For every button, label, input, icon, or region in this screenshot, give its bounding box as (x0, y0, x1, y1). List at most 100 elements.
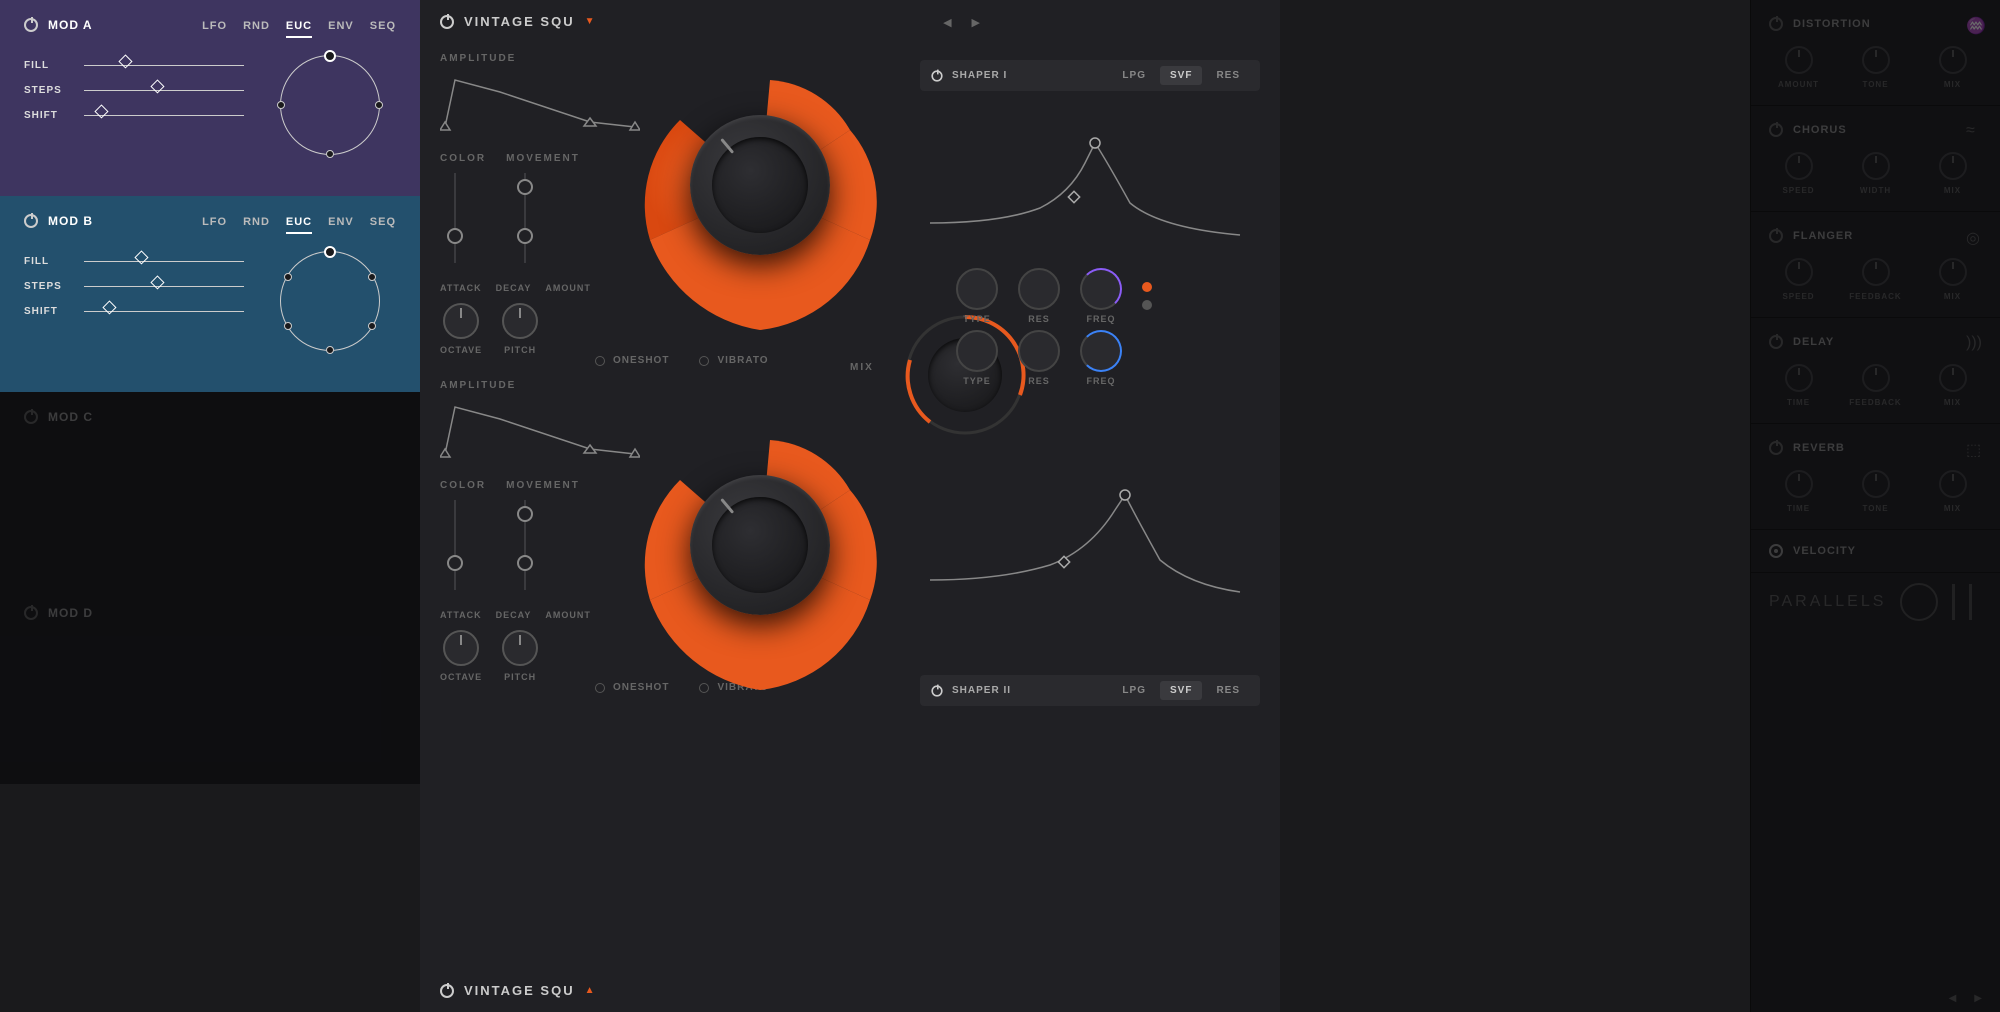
octave-knob[interactable] (443, 303, 479, 339)
speed-knob[interactable] (1785, 152, 1813, 180)
tone-knob[interactable] (1862, 46, 1890, 74)
res-knob-2[interactable] (1018, 330, 1060, 372)
headphones-icon[interactable]: ♒ (1966, 16, 1982, 32)
tab-env[interactable]: ENV (328, 20, 354, 38)
mix-knob[interactable] (1939, 470, 1967, 498)
euclidean-circle[interactable] (280, 251, 380, 351)
power-icon[interactable] (440, 15, 454, 29)
time-knob[interactable] (1785, 470, 1813, 498)
filter-curve-display[interactable] (920, 113, 1250, 243)
vibrato-toggle[interactable]: VIBRATO (699, 355, 768, 366)
prev-icon[interactable]: ◀ (1949, 993, 1957, 1004)
tone-knob[interactable] (1862, 470, 1890, 498)
shift-slider[interactable] (84, 311, 244, 312)
speed-knob[interactable] (1785, 258, 1813, 286)
tab-lpg[interactable]: LPG (1112, 681, 1156, 700)
mix-knob[interactable] (1939, 364, 1967, 392)
color-fader[interactable] (440, 173, 470, 263)
oneshot-toggle[interactable]: ONESHOT (595, 355, 669, 366)
source-1-title[interactable]: VINTAGE SQU (464, 14, 575, 29)
cube-icon[interactable]: ⬚ (1966, 440, 1982, 456)
steps-slider[interactable] (84, 286, 244, 287)
tab-res[interactable]: RES (1206, 66, 1250, 85)
link-dot-icon[interactable] (1142, 300, 1152, 310)
power-icon[interactable] (24, 18, 38, 32)
orbit-icon[interactable]: ◎ (1966, 228, 1982, 244)
tab-lfo[interactable]: LFO (202, 20, 227, 38)
tab-lpg[interactable]: LPG (1112, 66, 1156, 85)
tab-seq[interactable]: SEQ (370, 216, 396, 234)
power-icon[interactable] (24, 606, 38, 620)
power-icon[interactable] (1769, 441, 1783, 455)
width-knob[interactable] (1862, 152, 1890, 180)
source-2-wheel[interactable] (620, 420, 900, 700)
tab-seq[interactable]: SEQ (370, 20, 396, 38)
dropdown-up-icon[interactable]: ▲ (585, 985, 595, 996)
freq-knob-2[interactable] (1080, 330, 1122, 372)
pitch-knob[interactable] (502, 303, 538, 339)
tab-svf[interactable]: SVF (1160, 66, 1202, 85)
velocity-label: VELOCITY (1793, 545, 1982, 557)
tab-env[interactable]: ENV (328, 216, 354, 234)
master-volume-knob[interactable] (1900, 583, 1938, 621)
power-icon[interactable] (1769, 17, 1783, 31)
movement-fader[interactable] (510, 173, 540, 263)
tab-rnd[interactable]: RND (243, 20, 270, 38)
pitch-knob[interactable] (502, 630, 538, 666)
power-icon[interactable] (24, 214, 38, 228)
delay-title: DELAY (1793, 336, 1956, 348)
decay-label: DECAY (496, 283, 532, 293)
power-icon[interactable] (931, 685, 942, 696)
steps-label: STEPS (24, 85, 72, 96)
freq-knob[interactable] (1080, 268, 1122, 310)
octave-knob[interactable] (443, 630, 479, 666)
type-knob-2[interactable] (956, 330, 998, 372)
amplitude-envelope[interactable] (440, 72, 640, 132)
source-1-wheel[interactable] (620, 60, 900, 340)
feedback-knob[interactable] (1862, 258, 1890, 286)
amplitude-envelope[interactable] (440, 399, 640, 459)
source-2-title[interactable]: VINTAGE SQU (464, 983, 575, 998)
time-knob[interactable] (1785, 364, 1813, 392)
mix-knob[interactable] (1939, 258, 1967, 286)
euclidean-circle[interactable] (280, 55, 380, 155)
res-knob[interactable] (1018, 268, 1060, 310)
type-knob[interactable] (956, 268, 998, 310)
power-icon[interactable] (24, 410, 38, 424)
color-fader[interactable] (440, 500, 470, 590)
movement-fader[interactable] (510, 500, 540, 590)
fill-slider[interactable] (84, 65, 244, 66)
attack-label: ATTACK (440, 610, 482, 620)
tab-euc[interactable]: EUC (286, 216, 312, 234)
tab-svf[interactable]: SVF (1160, 681, 1202, 700)
prev-icon[interactable]: ◀ (943, 16, 951, 29)
waves-icon[interactable]: ≈ (1966, 122, 1982, 138)
tab-lfo[interactable]: LFO (202, 216, 227, 234)
target-icon[interactable] (1769, 544, 1783, 558)
tab-euc[interactable]: EUC (286, 20, 312, 38)
dropdown-down-icon[interactable]: ▼ (585, 16, 595, 27)
filter-curve-display[interactable] (920, 470, 1250, 600)
power-icon[interactable] (1769, 123, 1783, 137)
shift-slider[interactable] (84, 115, 244, 116)
power-icon[interactable] (1769, 229, 1783, 243)
level-meter (1952, 584, 1955, 620)
power-icon[interactable] (931, 70, 942, 81)
fx-flanger: FLANGER ◎ SPEED FEEDBACK MIX (1751, 212, 2000, 318)
mod-b-tabs: LFO RND EUC ENV SEQ (202, 216, 396, 234)
link-dot-icon[interactable] (1142, 282, 1152, 292)
tab-res[interactable]: RES (1206, 681, 1250, 700)
mix-knob[interactable] (1939, 46, 1967, 74)
color-label: COLOR (440, 480, 486, 491)
power-icon[interactable] (440, 984, 454, 998)
next-icon[interactable]: ▶ (972, 16, 980, 29)
echo-icon[interactable]: ))) (1966, 334, 1982, 350)
mix-knob[interactable] (1939, 152, 1967, 180)
feedback-knob[interactable] (1862, 364, 1890, 392)
next-icon[interactable]: ▶ (1974, 993, 1982, 1004)
tab-rnd[interactable]: RND (243, 216, 270, 234)
steps-slider[interactable] (84, 90, 244, 91)
amount-knob[interactable] (1785, 46, 1813, 74)
power-icon[interactable] (1769, 335, 1783, 349)
fill-slider[interactable] (84, 261, 244, 262)
